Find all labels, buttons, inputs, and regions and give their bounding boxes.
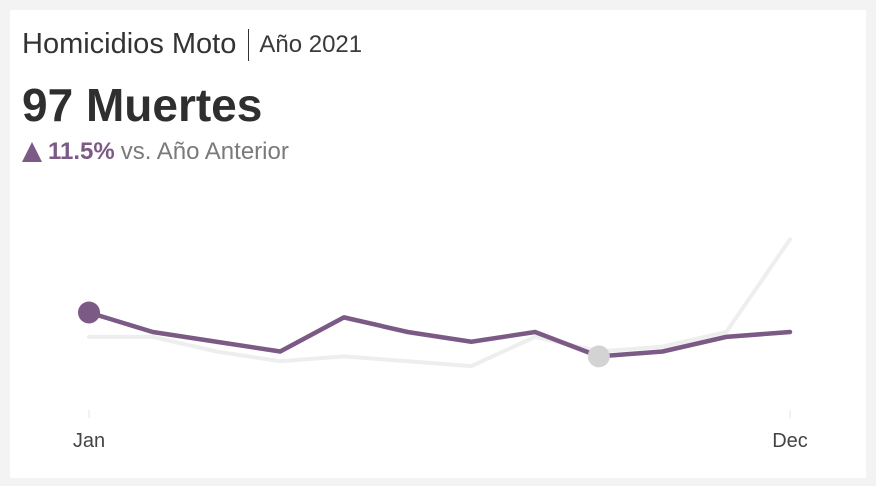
x-tick-label: Dec — [772, 430, 808, 452]
line-chart: Jan Dec — [73, 237, 808, 452]
x-tick-label: Jan — [73, 430, 105, 452]
highlight-point[interactable] — [587, 345, 610, 368]
highlight-point[interactable] — [78, 301, 100, 324]
series-line-current — [86, 310, 793, 359]
